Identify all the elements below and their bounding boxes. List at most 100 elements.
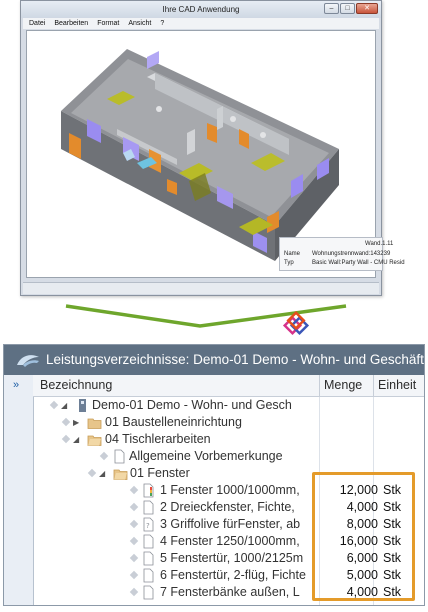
cad-window: Ihre CAD Anwendung – □ ✕ Datei Bearbeite… — [20, 0, 405, 296]
tree-row[interactable]: ▶ 01 Baustelleneinrichtung — [33, 414, 424, 431]
tooltip-row-name: Name Wohnungstrennwand:143239 — [284, 251, 390, 257]
tooltip-header: Wand.1.11 — [284, 240, 393, 248]
expand-sidebar-button[interactable]: » — [13, 379, 19, 391]
tree-row[interactable]: 2 Dreieckfenster, Fichte, 4,000 Stk — [33, 499, 424, 516]
svg-text:?: ? — [146, 522, 150, 530]
document-icon — [143, 585, 154, 600]
tooltip-value: Wohnungstrennwand:143239 — [312, 251, 391, 257]
position-color-icon — [143, 483, 154, 498]
tree-row[interactable]: 1 Fenster 1000/1000mm, 12,000 Stk — [33, 482, 424, 499]
lv-sidebar: » — [4, 375, 34, 605]
tree-row[interactable]: 7 Fensterbänke außen, L 4,000 Stk — [33, 584, 424, 601]
row-menge: 12,000 — [339, 483, 378, 497]
tree-row-label: Allgemeine Vorbemerkunge — [129, 449, 283, 463]
column-header-menge[interactable]: Menge — [324, 375, 362, 396]
menu-ansicht[interactable]: Ansicht — [128, 18, 151, 29]
folder-open-icon — [87, 435, 102, 446]
status-diamond-icon — [129, 485, 139, 495]
column-header-einheit[interactable]: Einheit — [378, 375, 416, 396]
tree-row[interactable]: Allgemeine Vorbemerkunge — [33, 448, 424, 465]
tree-row[interactable]: ◢ 01 Fenster — [33, 465, 424, 482]
connector-arrow — [65, 304, 347, 336]
tooltip-element-name: Wand.1.11 — [365, 241, 394, 247]
tooltip-key: Name — [284, 251, 301, 257]
folder-icon — [87, 418, 102, 429]
tooltip-row-type: Typ Basic Wall:Party Wall - CMU Resid — [284, 260, 405, 266]
status-diamond-icon — [99, 451, 109, 461]
expand-arrow-icon[interactable]: ▶ — [73, 414, 79, 431]
lv-tree: ◢ Demo-01 Demo - Wohn- und Gesch ▶ 01 Ba… — [33, 397, 424, 605]
lv-title-bar: Leistungsverzeichnisse: Demo-01 Demo - W… — [4, 345, 424, 375]
tree-row[interactable]: 5 Fenstertür, 1000/2125m 6,000 Stk — [33, 550, 424, 567]
document-question-icon: ? — [143, 517, 154, 532]
lv-window: Leistungsverzeichnisse: Demo-01 Demo - W… — [3, 344, 425, 606]
document-icon — [143, 500, 154, 515]
status-diamond-icon — [129, 570, 139, 580]
row-menge: 6,000 — [346, 551, 378, 565]
tree-row-label: 6 Fenstertür, 2-flüg, Fichte — [160, 568, 306, 582]
tooltip-key: Typ — [284, 260, 294, 266]
row-einheit: Stk — [383, 517, 402, 531]
tree-row[interactable]: 6 Fenstertür, 2-flüg, Fichte 5,000 Stk — [33, 567, 424, 584]
row-einheit: Stk — [383, 534, 402, 548]
column-divider[interactable] — [373, 375, 374, 396]
status-diamond-icon — [129, 553, 139, 563]
row-menge: 5,000 — [346, 568, 378, 582]
document-icon — [143, 551, 154, 566]
tooltip-value: Basic Wall:Party Wall - CMU Resid — [312, 260, 405, 266]
cad-viewport[interactable]: Wand.1.11 Name Wohnungstrennwand:143239 … — [26, 30, 405, 278]
row-menge: 4,000 — [346, 500, 378, 514]
column-divider[interactable] — [319, 375, 320, 396]
tree-row-label: 3 Griffolive fürFenster, ab — [160, 517, 301, 531]
row-einheit: Stk — [383, 483, 402, 497]
tree-row-label: 04 Tischlerarbeiten — [105, 432, 211, 446]
document-icon — [114, 449, 125, 464]
tree-row[interactable]: ◢ Demo-01 Demo - Wohn- und Gesch — [33, 397, 424, 414]
app-logo-icon — [17, 355, 39, 367]
row-einheit: Stk — [383, 551, 402, 565]
tree-row-label: 2 Dreieckfenster, Fichte, — [160, 500, 295, 514]
row-menge: 8,000 — [346, 517, 378, 531]
lv-title: Leistungsverzeichnisse: Demo-01 Demo - W… — [46, 352, 424, 367]
row-menge: 4,000 — [346, 585, 378, 599]
bim-logo-icon — [282, 310, 310, 336]
row-einheit: Stk — [383, 568, 402, 582]
tree-row-label: 01 Baustelleneinrichtung — [105, 415, 242, 429]
tree-row[interactable]: ? 3 Griffolive fürFenster, ab 8,000 Stk — [33, 516, 424, 533]
tree-row-label: Demo-01 Demo - Wohn- und Gesch — [92, 398, 292, 412]
menu-format[interactable]: Format — [97, 18, 119, 29]
document-icon — [143, 534, 154, 549]
window-controls: – □ ✕ — [324, 3, 378, 14]
row-einheit: Stk — [383, 585, 402, 599]
folder-open-icon — [113, 469, 128, 480]
column-header-bezeichnung[interactable]: Bezeichnung — [40, 375, 112, 396]
status-diamond-icon — [129, 587, 139, 597]
maximize-icon[interactable]: □ — [340, 3, 355, 14]
tree-row-label: 5 Fenstertür, 1000/2125m — [160, 551, 304, 565]
cad-statusbar — [23, 282, 379, 294]
row-menge: 16,000 — [339, 534, 378, 548]
document-icon — [143, 568, 154, 583]
menu-bearbeiten[interactable]: Bearbeiten — [54, 18, 88, 29]
close-icon[interactable]: ✕ — [356, 3, 378, 14]
collapse-arrow-icon[interactable]: ◢ — [73, 431, 79, 448]
menu-help[interactable]: ? — [160, 18, 164, 29]
project-icon — [79, 399, 86, 412]
cad-menubar: Datei Bearbeiten Format Ansicht ? — [23, 18, 379, 29]
status-diamond-icon — [129, 502, 139, 512]
status-diamond-icon — [61, 417, 71, 427]
element-tooltip: Wand.1.11 Name Wohnungstrennwand:143239 … — [279, 237, 405, 271]
tree-row-label: 4 Fenster 1250/1000mm, — [160, 534, 300, 548]
tree-row[interactable]: ◢ 04 Tischlerarbeiten — [33, 431, 424, 448]
lv-column-header: Bezeichnung Menge Einheit — [33, 375, 424, 397]
tree-row-label: 1 Fenster 1000/1000mm, — [160, 483, 300, 497]
collapse-arrow-icon[interactable]: ◢ — [99, 465, 105, 482]
tree-row[interactable]: 4 Fenster 1250/1000mm, 16,000 Stk — [33, 533, 424, 550]
tree-row-label: 01 Fenster — [130, 466, 190, 480]
menu-datei[interactable]: Datei — [29, 18, 45, 29]
collapse-arrow-icon[interactable]: ◢ — [61, 397, 67, 414]
minimize-icon[interactable]: – — [324, 3, 339, 14]
status-diamond-icon — [61, 434, 71, 444]
status-diamond-icon — [87, 468, 97, 478]
status-diamond-icon — [129, 519, 139, 529]
